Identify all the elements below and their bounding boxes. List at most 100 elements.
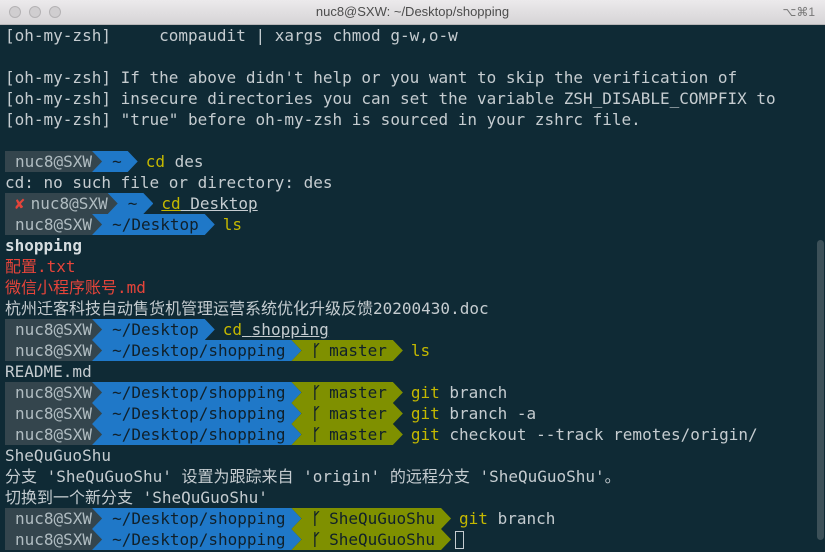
- prompt-line: nuc8@SXW ~/Desktop/shopping ᚴ SheQuGuoShu…: [5, 508, 815, 529]
- prompt-line: nuc8@SXW ~/Desktop/shopping ᚴ master ls: [5, 340, 815, 361]
- command-name: ls: [410, 341, 431, 360]
- prompt-git-branch: ᚴ SheQuGuoShu: [291, 508, 451, 529]
- command-name: git: [410, 425, 440, 444]
- git-branch-icon: ᚴ: [311, 341, 322, 360]
- prompt-path: ~/Desktop: [92, 319, 215, 340]
- branch-name: SheQuGuoShu: [329, 509, 436, 528]
- output-text: 分支 'SheQuGuoShu' 设置为跟踪来自 'origin' 的远程分支 …: [5, 467, 621, 486]
- prompt-user: ✘ nuc8@SXW: [5, 193, 118, 214]
- branch-name: master: [329, 425, 387, 444]
- output-text: [oh-my-zsh] "true" before oh-my-zsh is s…: [5, 110, 641, 129]
- command-args: Desktop: [181, 193, 258, 214]
- prompt-line: nuc8@SXW ~/Desktop/shopping ᚴ master git …: [5, 424, 815, 445]
- prompt-path: ~/Desktop/shopping: [92, 340, 301, 361]
- prompt-line: nuc8@SXW ~/Desktop cd shopping: [5, 319, 815, 340]
- prompt-line: ✘ nuc8@SXW ~ cd Desktop: [5, 193, 815, 214]
- branch-name: SheQuGuoShu: [329, 530, 436, 549]
- command-name: cd: [161, 194, 181, 213]
- output-line: README.md: [5, 361, 815, 382]
- command-args: des: [165, 151, 204, 172]
- args-text: branch: [497, 509, 556, 528]
- command-name: cd: [145, 152, 165, 171]
- prompt-line: nuc8@SXW ~/Desktop/shopping ᚴ master git …: [5, 382, 815, 403]
- output-text: [oh-my-zsh] insecure directories you can…: [5, 89, 776, 108]
- prompt-line: nuc8@SXW ~/Desktop/shopping ᚴ master git …: [5, 403, 815, 424]
- args-text: Desktop: [190, 194, 258, 213]
- prompt-user: nuc8@SXW: [5, 214, 103, 235]
- prompt-line: nuc8@SXW ~/Desktop/shopping ᚴ SheQuGuoShu: [5, 529, 815, 550]
- output-line: [oh-my-zsh] insecure directories you can…: [5, 88, 815, 109]
- output-text: [oh-my-zsh] If the above didn't help or …: [5, 68, 738, 87]
- output-text: 切换到一个新分支 'SheQuGuoShu': [5, 488, 268, 507]
- output-line: SheQuGuoShu: [5, 445, 815, 466]
- prompt-git-branch: ᚴ master: [291, 340, 402, 361]
- prompt-git-branch: ᚴ SheQuGuoShu: [291, 529, 451, 550]
- file-entry: README.md: [5, 362, 92, 381]
- file-entry: 微信小程序账号.md: [5, 278, 146, 297]
- prompt-path: ~/Desktop/shopping: [92, 382, 301, 403]
- output-line: 切换到一个新分支 'SheQuGuoShu': [5, 487, 815, 508]
- command-name: ls: [222, 215, 243, 234]
- prompt-line: nuc8@SXW ~ cd des: [5, 151, 815, 172]
- prompt-path: ~/Desktop/shopping: [92, 424, 301, 445]
- prompt-user: nuc8@SXW: [5, 382, 103, 403]
- command-name: git: [410, 383, 440, 402]
- error-text: cd: no such file or directory: des: [5, 173, 333, 192]
- output-line: 分支 'SheQuGuoShu' 设置为跟踪来自 'origin' 的远程分支 …: [5, 466, 815, 487]
- args-text: branch: [449, 383, 508, 402]
- branch-name: master: [329, 341, 387, 360]
- prompt-user: nuc8@SXW: [5, 151, 103, 172]
- prompt-user: nuc8@SXW: [5, 529, 103, 550]
- prompt-path: ~/Desktop/shopping: [92, 508, 301, 529]
- git-branch-icon: ᚴ: [311, 425, 322, 444]
- branch-name: master: [329, 404, 387, 423]
- prompt-user: nuc8@SXW: [5, 508, 103, 529]
- branch-name: master: [329, 383, 387, 402]
- prompt-git-branch: ᚴ master: [291, 382, 402, 403]
- window-title: nuc8@SXW: ~/Desktop/shopping: [315, 4, 510, 19]
- output-line: 配置.txt: [5, 256, 815, 277]
- error-status-icon: ✘: [15, 194, 25, 213]
- directory-entry: shopping: [5, 236, 83, 255]
- command-name: cd: [222, 320, 243, 339]
- window-shortcut: ⌥⌘1: [782, 5, 815, 19]
- output-line: [oh-my-zsh] compaudit | xargs chmod g-w,…: [5, 25, 815, 46]
- prompt-user: nuc8@SXW: [5, 340, 103, 361]
- terminal-content[interactable]: [oh-my-zsh] compaudit | xargs chmod g-w,…: [0, 25, 815, 552]
- command-args: checkout --track remotes/origin/: [440, 424, 758, 445]
- args-text: checkout --track remotes/origin/: [449, 425, 758, 444]
- command-args: shopping: [242, 319, 329, 340]
- prompt-user: nuc8@SXW: [5, 319, 103, 340]
- command-name: git: [410, 404, 440, 423]
- output-text: SheQuGuoShu: [5, 446, 111, 465]
- user-text: nuc8@SXW: [30, 194, 108, 213]
- command-name: git: [459, 509, 488, 528]
- prompt-path: ~/Desktop/shopping: [92, 529, 301, 550]
- git-branch-icon: ᚴ: [311, 530, 322, 549]
- git-branch-icon: ᚴ: [311, 383, 322, 402]
- file-entry: 配置.txt: [5, 257, 76, 276]
- output-line: shopping: [5, 235, 815, 256]
- output-line: 杭州迁客科技自动售货机管理运营系统优化升级反馈20200430.doc: [5, 298, 815, 319]
- prompt-line: nuc8@SXW ~/Desktop ls: [5, 214, 815, 235]
- command-args: branch: [440, 382, 507, 403]
- output-line: 微信小程序账号.md: [5, 277, 815, 298]
- args-text: shopping: [251, 320, 329, 339]
- command-args: branch: [488, 508, 556, 529]
- terminal-window: nuc8@SXW: ~/Desktop/shopping ⌥⌘1 [oh-my-…: [0, 0, 825, 552]
- text-cursor[interactable]: [455, 530, 465, 549]
- git-branch-icon: ᚴ: [311, 509, 322, 528]
- prompt-user: nuc8@SXW: [5, 403, 103, 424]
- args-text: des: [174, 152, 204, 171]
- output-line: cd: no such file or directory: des: [5, 172, 815, 193]
- title-bar: nuc8@SXW: ~/Desktop/shopping ⌥⌘1: [0, 0, 825, 25]
- prompt-git-branch: ᚴ master: [291, 403, 402, 424]
- output-text: [oh-my-zsh] compaudit | xargs chmod g-w,…: [5, 26, 458, 45]
- command-args: branch -a: [440, 403, 536, 424]
- prompt-path: ~/Desktop: [92, 214, 215, 235]
- scrollbar[interactable]: [817, 240, 824, 540]
- git-branch-icon: ᚴ: [311, 404, 322, 423]
- output-line: [oh-my-zsh] "true" before oh-my-zsh is s…: [5, 109, 815, 130]
